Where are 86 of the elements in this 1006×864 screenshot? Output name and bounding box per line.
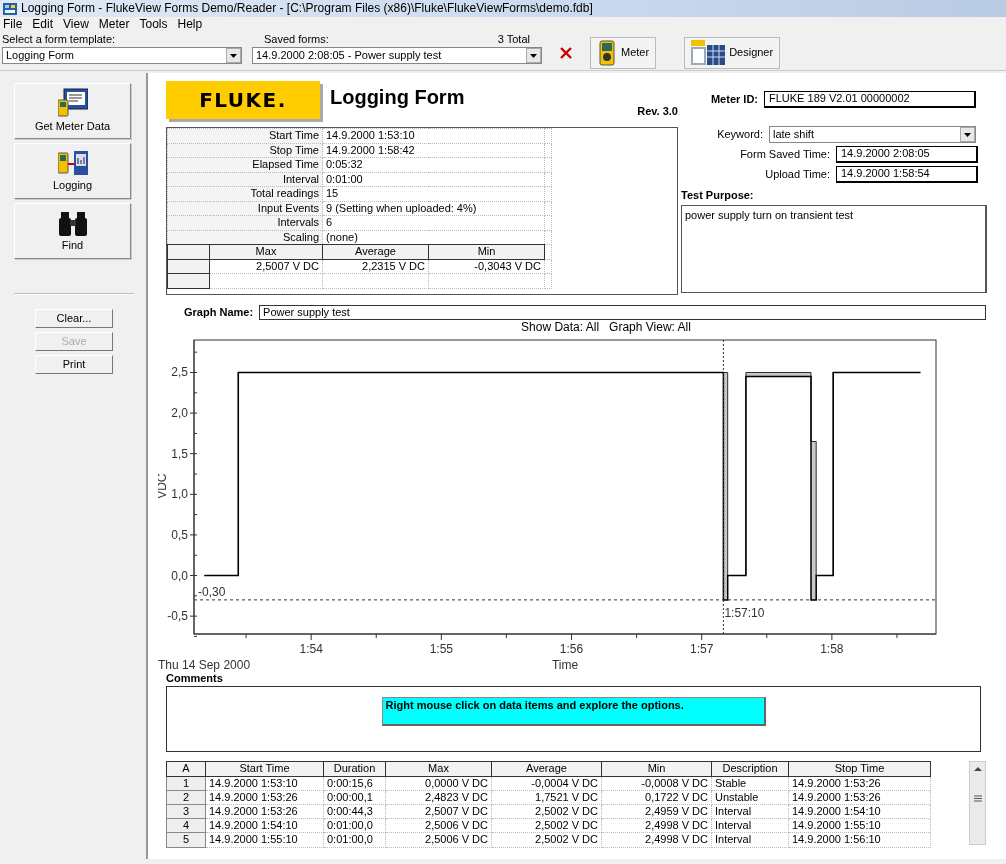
table-cell: 14.9.2000 1:53:26: [788, 776, 931, 791]
field-label: Keyword:: [716, 127, 764, 142]
note: Right mouse click on data items and explore the options.: [381, 697, 766, 727]
table-cell: 2,5007 V DC: [385, 804, 492, 819]
tick-label: 1:54: [299, 642, 323, 657]
field-label: Start Time: [167, 128, 323, 143]
table-cell: 2,4998 V DC: [601, 832, 712, 848]
table-cell: 14.9.2000 1:55:10: [788, 818, 931, 833]
field-label: Meter ID:: [709, 92, 759, 107]
axis-title: Time: [551, 658, 579, 673]
table-cell: Unstable: [711, 790, 789, 805]
column-header: Max: [209, 244, 323, 259]
table-cell: -0,0004 V DC: [491, 776, 602, 791]
count-label: 3 Total: [497, 33, 530, 47]
table-cell: Interval: [711, 832, 789, 848]
field-label: Graph Name:: [184, 305, 254, 320]
table-cell: 0,1722 V DC: [601, 790, 712, 805]
field-value: 0:05:32: [322, 157, 545, 172]
tick-label: 1:58: [820, 642, 844, 657]
tick-label: 1:57: [690, 642, 714, 657]
table-cell: 2,4823 V DC: [385, 790, 492, 805]
table-cell: 0:01:00,0: [323, 818, 386, 833]
table-cell: 14.9.2000 1:53:26: [205, 804, 324, 819]
window-title: Logging Form - FlukeView Forms Demo/Reader - [C:\Program Files (x86)\Fluke\FlukeViewForms\demo.fdb]: [21, 1, 593, 16]
table-cell: 0:00:15,6: [323, 776, 386, 791]
table-cell: 14.9.2000 1:56:10: [788, 832, 931, 848]
field-label: Saved forms:: [264, 33, 329, 47]
table-cell: 0:00:00,1: [323, 790, 386, 805]
date-label: Thu 14 Sep 2000: [158, 658, 251, 673]
column-header: Min: [428, 244, 545, 259]
tick-label: 2,0: [171, 406, 188, 421]
table-cell: 14.9.2000 1:54:10: [205, 818, 324, 833]
revision-label: Rev. 3.0: [637, 105, 678, 119]
table-cell: 0:00:44,3: [323, 804, 386, 819]
tick-label: 1,0: [171, 487, 188, 502]
table-cell: 14.9.2000 1:53:26: [205, 790, 324, 805]
table-cell: 14.9.2000 1:54:10: [788, 804, 931, 819]
form-title: Logging Form: [330, 85, 465, 109]
table-cell: -0,3043 V DC: [428, 259, 545, 274]
table-cell: Stable: [711, 776, 789, 791]
table-cell: 2,5002 V DC: [491, 818, 602, 833]
reference-label: -0,30: [198, 585, 226, 600]
field-value: 0:01:00: [322, 172, 545, 187]
table-cell: 14.9.2000 1:53:26: [788, 790, 931, 805]
table-cell: 2,5007 V DC: [209, 259, 323, 274]
field-value: 15: [322, 186, 545, 201]
graph-view-info: Show Data: All Graph View: All: [521, 320, 691, 335]
field-label: Stop Time: [167, 143, 323, 158]
tick-label: 0,0: [171, 568, 188, 583]
field-label: Input Events: [167, 201, 323, 216]
table-cell: -0,0008 V DC: [601, 776, 712, 791]
field-value: 14.9.2000 1:58:42: [322, 143, 545, 158]
table-cell: 2,2315 V DC: [322, 259, 429, 274]
cursor-label: 1:57:10: [724, 606, 765, 621]
table-cell: 2,4959 V DC: [601, 804, 712, 819]
tick-label: 2,5: [171, 365, 188, 380]
table-cell: 14.9.2000 1:53:10: [205, 776, 324, 791]
field-label: Interval: [167, 172, 323, 187]
table-cell: 0:01:00,0: [323, 832, 386, 848]
field-label: Select a form template:: [2, 33, 117, 47]
column-header: Average: [322, 244, 429, 259]
table-cell: 2,4998 V DC: [601, 818, 712, 833]
axis-title: VDC: [158, 473, 169, 500]
field-label: Upload Time:: [764, 167, 831, 182]
field-value: 14.9.2000 1:53:10: [322, 128, 545, 143]
logo: FLUKE.: [166, 81, 320, 119]
tick-label: 0,5: [171, 528, 188, 543]
table-cell: 2,5002 V DC: [491, 832, 602, 848]
table-cell: 2,5006 V DC: [385, 832, 492, 848]
table-cell: 14.9.2000 1:55:10: [205, 832, 324, 848]
table-cell: 1,7521 V DC: [491, 790, 602, 805]
tick-label: -0,5: [167, 609, 188, 624]
table-cell: 2,5002 V DC: [491, 804, 602, 819]
tick-label: 1:56: [559, 642, 584, 657]
table-cell: 2,5006 V DC: [385, 818, 492, 833]
section-label: Test Purpose:: [681, 189, 755, 203]
table-cell: 0,0000 V DC: [385, 776, 492, 791]
field-label: Form Saved Time:: [739, 147, 831, 162]
table-cell: Interval: [711, 818, 789, 833]
section-label: Comments: [166, 672, 224, 685]
field-label: Scaling: [167, 230, 323, 245]
tick-label: 1,5: [171, 447, 188, 462]
field-value: 6: [322, 215, 545, 230]
table-cell: Interval: [711, 804, 789, 819]
field-value: 9 (Setting when uploaded: 4%): [322, 201, 545, 216]
tick-label: 1:55: [429, 642, 453, 657]
